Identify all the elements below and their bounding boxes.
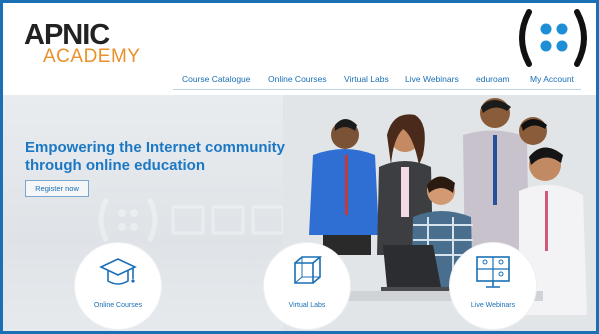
nav-eduroam[interactable]: eduroam xyxy=(476,74,510,84)
watermark-logo-icon xyxy=(98,197,285,243)
nav-virtual-labs[interactable]: Virtual Labs xyxy=(344,74,389,84)
cube-icon xyxy=(294,256,323,284)
graduation-cap-icon xyxy=(99,258,137,285)
nav-my-account[interactable]: My Account xyxy=(530,74,574,84)
feature-label: Online Courses xyxy=(93,302,143,309)
feature-virtual-labs[interactable]: Virtual Labs xyxy=(264,243,350,329)
browser-frame: APNIC ACADEMY Course Catalogue Online Co… xyxy=(0,0,599,334)
main-nav: Course Catalogue Online Courses Virtual … xyxy=(3,74,596,88)
nav-online-courses[interactable]: Online Courses xyxy=(268,74,327,84)
feature-online-courses[interactable]: Online Courses xyxy=(75,243,161,329)
site-header: APNIC ACADEMY Course Catalogue Online Co… xyxy=(3,3,596,91)
apnic-dots-logo-icon[interactable] xyxy=(517,8,589,68)
academy-logo-text[interactable]: ACADEMY xyxy=(43,47,140,66)
webinar-screen-icon xyxy=(476,256,510,288)
feature-live-webinars[interactable]: Live Webinars xyxy=(450,243,536,329)
nav-live-webinars[interactable]: Live Webinars xyxy=(405,74,459,84)
nav-course-catalogue[interactable]: Course Catalogue xyxy=(182,74,251,84)
feature-label: Virtual Labs xyxy=(288,302,326,309)
register-button[interactable]: Register now xyxy=(25,180,89,197)
hero-banner: Empowering the Internet community throug… xyxy=(3,95,596,331)
feature-label: Live Webinars xyxy=(470,302,516,309)
nav-divider xyxy=(173,89,581,90)
hero-title: Empowering the Internet community throug… xyxy=(25,139,286,174)
